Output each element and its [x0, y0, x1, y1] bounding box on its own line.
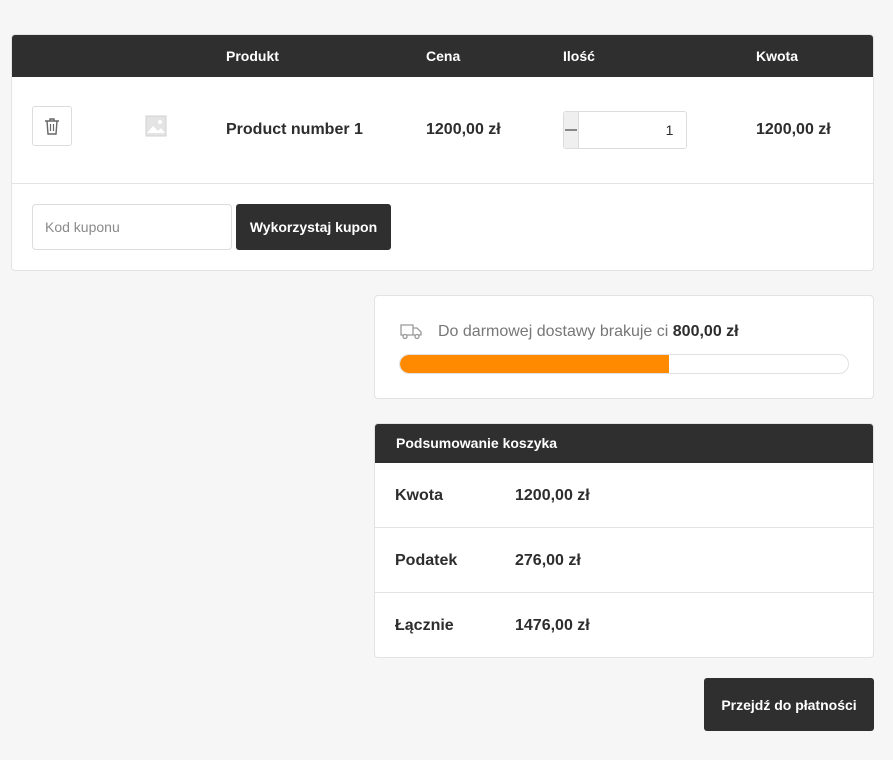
summary-label: Kwota: [395, 487, 443, 504]
product-name[interactable]: Product number 1: [226, 121, 363, 139]
cart-item-row: Product number 1 1200,00 zł 1200,00 zł: [12, 77, 873, 184]
summary-row-tax: Podatek 276,00 zł: [375, 528, 873, 593]
summary-row-amount: Kwota 1200,00 zł: [375, 463, 873, 528]
summary-value: 1200,00 zł: [515, 487, 590, 504]
cart-summary: Podsumowanie koszyka Kwota 1200,00 zł Po…: [374, 423, 874, 658]
cart-table-header: Produkt Cena Ilość Kwota: [12, 35, 873, 77]
header-price: Cena: [426, 48, 461, 64]
summary-label: Łącznie: [395, 617, 454, 634]
product-amount: 1200,00 zł: [756, 121, 831, 138]
cart-table: Produkt Cena Ilość Kwota Product number …: [11, 34, 874, 271]
summary-label: Podatek: [395, 552, 458, 569]
decrease-quantity-button[interactable]: [564, 112, 578, 148]
free-shipping-progress-bar: [399, 354, 849, 374]
remove-item-button[interactable]: [32, 106, 72, 146]
header-amount: Kwota: [756, 48, 798, 64]
summary-value: 276,00 zł: [515, 552, 581, 569]
free-shipping-text: Do darmowej dostawy brakuje ci 800,00 zł: [438, 323, 739, 341]
summary-row-total: Łącznie 1476,00 zł: [375, 593, 873, 657]
coupon-input[interactable]: [32, 204, 232, 250]
quantity-input[interactable]: [578, 112, 686, 148]
summary-value: 1476,00 zł: [515, 617, 590, 634]
checkout-button[interactable]: Przejdź do płatności: [704, 678, 874, 731]
image-placeholder-icon: [145, 115, 167, 137]
minus-icon: [565, 129, 577, 131]
trash-icon: [45, 118, 59, 135]
apply-coupon-button[interactable]: Wykorzystaj kupon: [236, 204, 391, 250]
free-shipping-message: Do darmowej dostawy brakuje ci: [438, 323, 669, 340]
summary-title: Podsumowanie koszyka: [375, 424, 873, 463]
free-shipping-box: Do darmowej dostawy brakuje ci 800,00 zł: [374, 295, 874, 399]
truck-icon: [400, 324, 422, 340]
progress-fill: [400, 355, 669, 373]
product-price: 1200,00 zł: [426, 121, 501, 138]
coupon-row: Wykorzystaj kupon: [12, 184, 873, 270]
header-quantity: Ilość: [563, 48, 595, 64]
free-shipping-remaining: 800,00 zł: [672, 323, 739, 340]
quantity-stepper: [563, 111, 687, 149]
header-product: Produkt: [226, 48, 279, 64]
